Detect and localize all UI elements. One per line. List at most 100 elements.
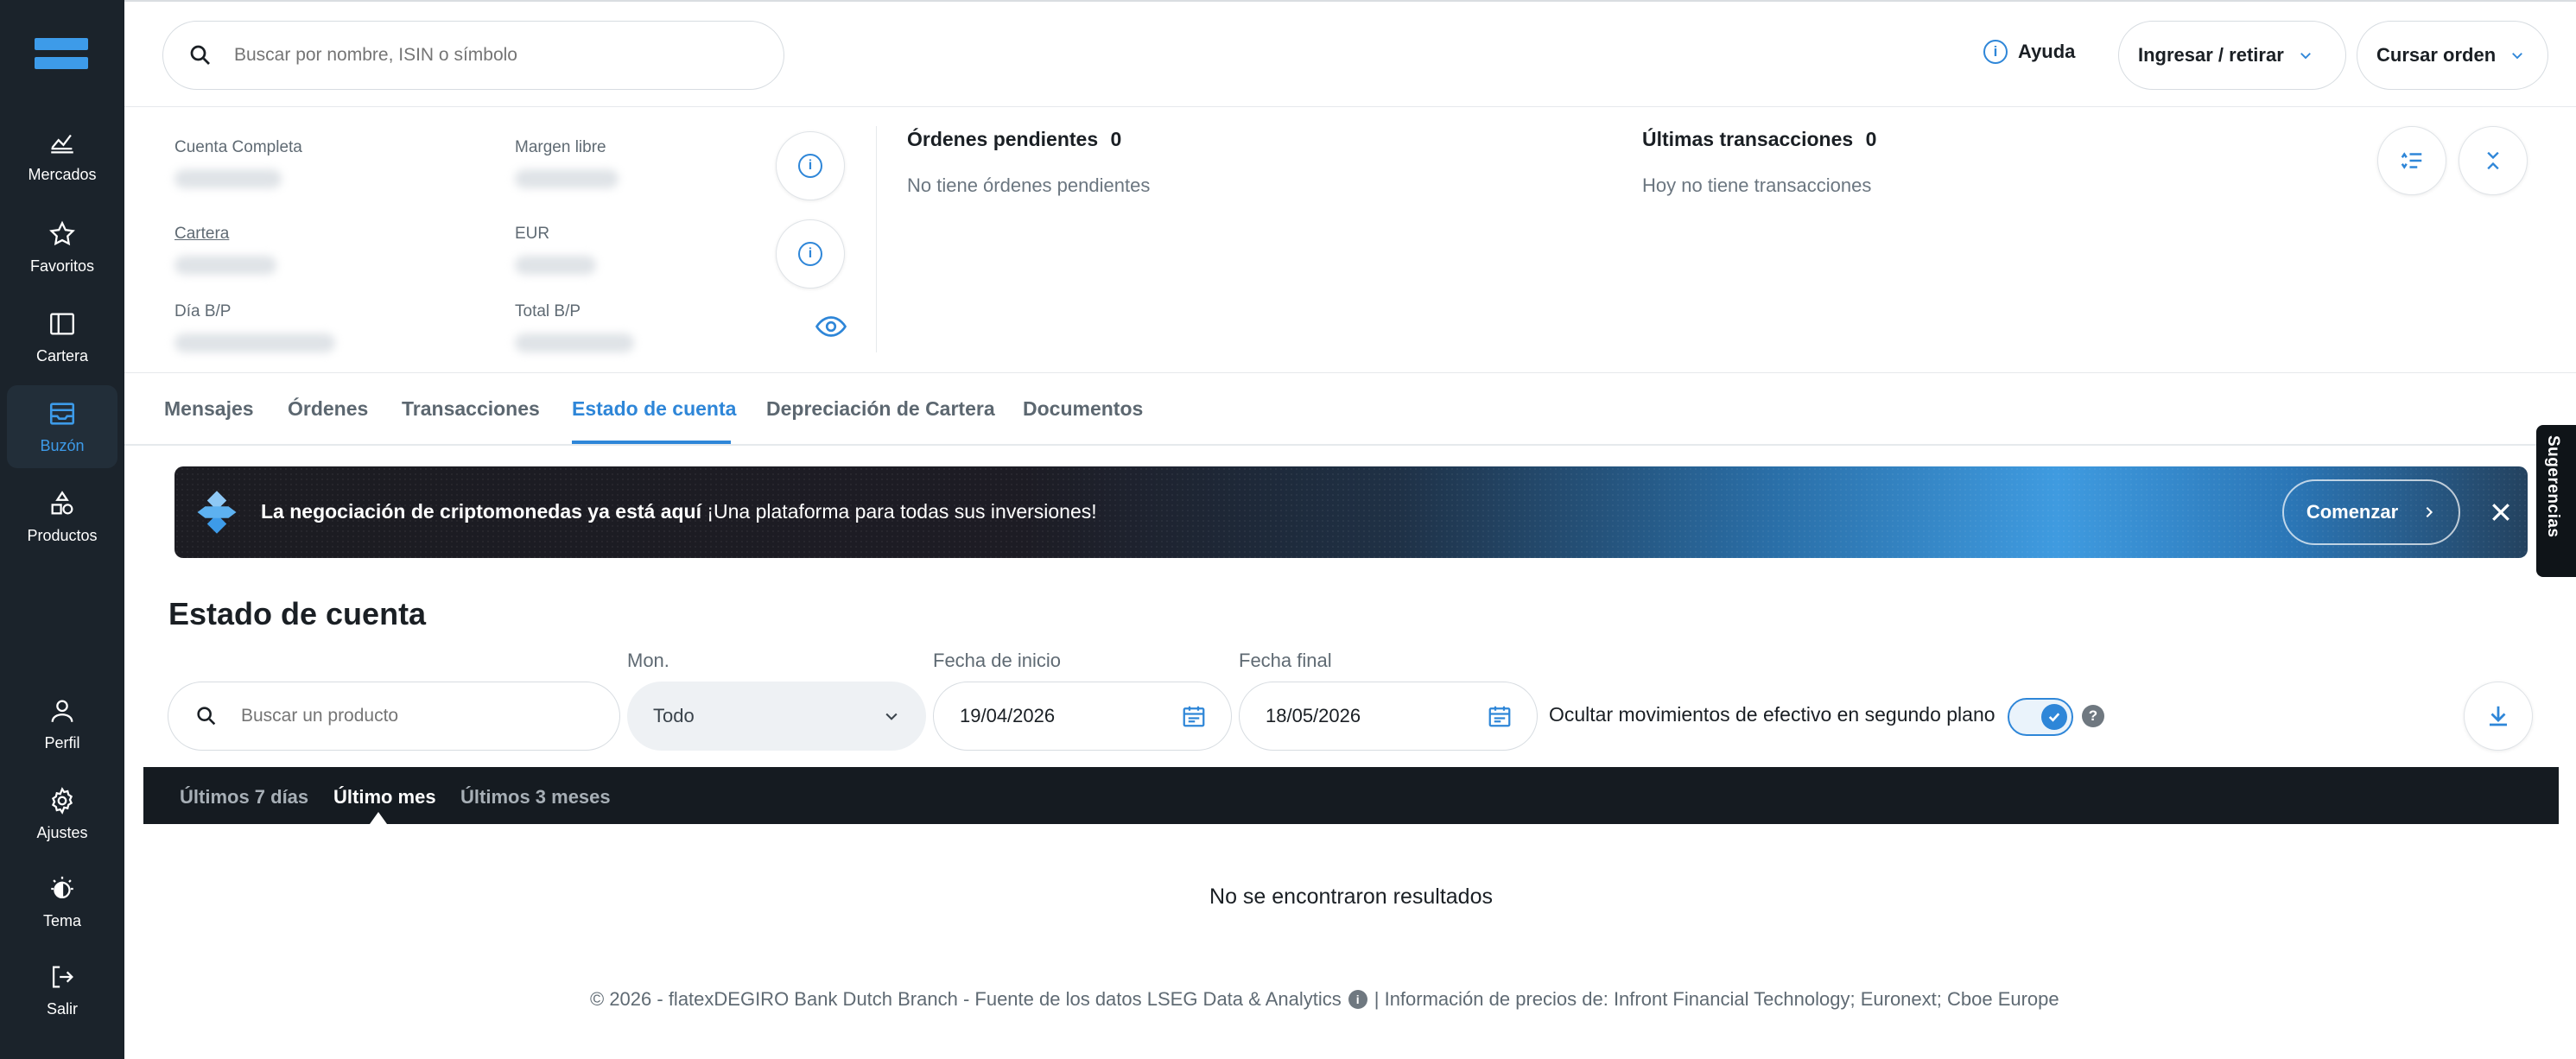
sidebar-item-label: Ajustes <box>36 823 88 841</box>
full-account-value-hidden <box>174 169 282 188</box>
tab-transacciones[interactable]: Transacciones <box>402 397 540 421</box>
currency-label: EUR <box>515 225 550 243</box>
help-link[interactable]: i Ayuda <box>1983 40 2075 64</box>
deposit-withdraw-button[interactable]: Ingresar / retirar <box>2118 21 2346 90</box>
account-info-button[interactable]: i <box>776 131 845 200</box>
place-order-button[interactable]: Cursar orden <box>2357 21 2548 90</box>
start-date-field[interactable]: 19/04/2026 <box>933 682 1232 751</box>
shapes-icon <box>51 490 73 514</box>
deposit-withdraw-label: Ingresar / retirar <box>2138 44 2284 66</box>
last-transactions-count: 0 <box>1865 128 1877 150</box>
sidebar-item-ajustes[interactable]: Ajustes <box>7 772 117 855</box>
chart-icon <box>51 134 73 153</box>
crypto-logo-icon <box>197 491 237 534</box>
last-transactions-empty: Hoy no tiene transacciones <box>1642 174 1872 196</box>
currency-info-button[interactable]: i <box>776 219 845 289</box>
collapse-icon <box>2487 151 2499 170</box>
sidebar-item-label: Tema <box>42 911 81 929</box>
calendar-icon[interactable] <box>1487 703 1513 729</box>
total-pl-label: Total B/P <box>515 302 581 320</box>
calendar-icon[interactable] <box>1181 703 1207 729</box>
app-logo[interactable] <box>35 38 88 76</box>
page-title: Estado de cuenta <box>168 596 427 631</box>
sidebar-item-perfil[interactable]: Perfil <box>7 682 117 765</box>
collapse-button[interactable] <box>2459 126 2528 195</box>
tab-mensajes[interactable]: Mensajes <box>164 397 254 421</box>
info-icon[interactable]: i <box>1348 990 1367 1009</box>
currency-select[interactable]: Todo <box>627 682 926 751</box>
toggle-knob <box>2041 704 2067 730</box>
sidebar-item-buzon[interactable]: Buzón <box>7 385 117 468</box>
sidebar-item-label: Favoritos <box>29 257 95 275</box>
info-icon: i <box>1983 40 2008 64</box>
user-icon <box>51 700 73 722</box>
close-icon[interactable] <box>2488 499 2514 525</box>
tab-ordenes[interactable]: Órdenes <box>288 397 368 421</box>
help-label: Ayuda <box>2018 41 2076 62</box>
footer-copyright: © 2026 - flatexDEGIRO Bank Dutch Branch … <box>590 988 1342 1010</box>
info-icon: i <box>798 154 822 178</box>
range-last-7-days[interactable]: Últimos 7 días <box>180 786 308 809</box>
currency-field-label: Mon. <box>627 650 669 671</box>
active-tab-indicator <box>572 441 731 444</box>
empty-results: No se encontraron resultados <box>1209 885 1493 909</box>
range-last-month[interactable]: Último mes <box>333 786 436 809</box>
check-icon <box>2048 713 2060 722</box>
active-range-indicator <box>370 812 387 824</box>
footer: © 2026 - flatexDEGIRO Bank Dutch Branch … <box>590 988 2059 1011</box>
sidebar-item-mercados[interactable]: Mercados <box>7 114 117 197</box>
total-pl-value-hidden <box>515 333 634 352</box>
sidebar-item-cartera[interactable]: Cartera <box>7 295 117 378</box>
tab-documentos[interactable]: Documentos <box>1023 397 1143 421</box>
banner-text: La negociación de criptomonedas ya está … <box>261 500 1097 523</box>
currency-value-hidden <box>515 256 596 275</box>
eye-icon[interactable] <box>815 314 847 339</box>
star-icon <box>49 220 75 245</box>
last-transactions-title: Últimas transacciones 0 <box>1642 128 1876 151</box>
sidebar-item-label: Productos <box>27 526 98 544</box>
sidebar-item-label: Cartera <box>35 346 89 365</box>
sidebar-item-salir[interactable]: Salir <box>7 948 117 1031</box>
summary-divider <box>876 126 877 352</box>
tab-depreciacion-de-cartera[interactable]: Depreciación de Cartera <box>766 397 995 421</box>
pending-orders-title-text: Órdenes pendientes <box>907 128 1099 150</box>
top-bar: i Ayuda Ingresar / retirar Cursar orden <box>124 0 2576 107</box>
full-account-label: Cuenta Completa <box>174 138 302 156</box>
product-search-input[interactable] <box>241 706 604 726</box>
start-button[interactable]: Comenzar <box>2282 479 2460 545</box>
chevron-down-icon <box>2300 53 2311 60</box>
portfolio-link[interactable]: Cartera <box>174 225 229 244</box>
hide-cash-toggle[interactable] <box>2008 698 2073 736</box>
free-margin-label: Margen libre <box>515 138 606 156</box>
pending-orders-title: Órdenes pendientes 0 <box>907 128 1121 151</box>
sidebar-item-productos[interactable]: Productos <box>7 475 117 558</box>
end-date-field[interactable]: 18/05/2026 <box>1239 682 1538 751</box>
sidebar-item-label: Mercados <box>28 165 97 183</box>
tab-estado-de-cuenta[interactable]: Estado de cuenta <box>572 397 736 421</box>
info-icon: i <box>798 242 822 266</box>
suggestions-tab[interactable]: Sugerencias <box>2536 425 2576 577</box>
download-button[interactable] <box>2464 682 2533 751</box>
banner-body-text: ¡Una plataforma para todas sus inversion… <box>701 500 1097 523</box>
crypto-promo-banner: La negociación de criptomonedas ya está … <box>174 466 2528 558</box>
footer-price-info: | Información de precios de: Infront Fin… <box>1374 988 2059 1010</box>
account-summary: Cuenta Completa Margen libre i Cartera E… <box>124 107 2576 373</box>
start-date-label: Fecha de inicio <box>933 650 1061 671</box>
help-question-icon[interactable]: ? <box>2082 705 2104 727</box>
list-view-button[interactable] <box>2377 126 2446 195</box>
gear-icon <box>51 786 73 815</box>
range-last-3-months[interactable]: Últimos 3 meses <box>460 786 611 809</box>
pending-orders-empty: No tiene órdenes pendientes <box>907 174 1151 196</box>
search-input[interactable] <box>234 45 718 66</box>
start-date-value: 19/04/2026 <box>960 705 1056 726</box>
pending-orders-count: 0 <box>1110 128 1122 150</box>
logout-icon <box>52 966 73 987</box>
free-margin-value-hidden <box>515 169 619 188</box>
chevron-down-icon <box>2512 53 2523 60</box>
product-search[interactable] <box>168 682 620 751</box>
search-icon <box>197 707 216 726</box>
global-search[interactable] <box>162 21 784 90</box>
day-pl-value-hidden <box>174 333 335 352</box>
sidebar-item-favoritos[interactable]: Favoritos <box>7 206 117 289</box>
sidebar-item-label: Perfil <box>44 733 80 751</box>
